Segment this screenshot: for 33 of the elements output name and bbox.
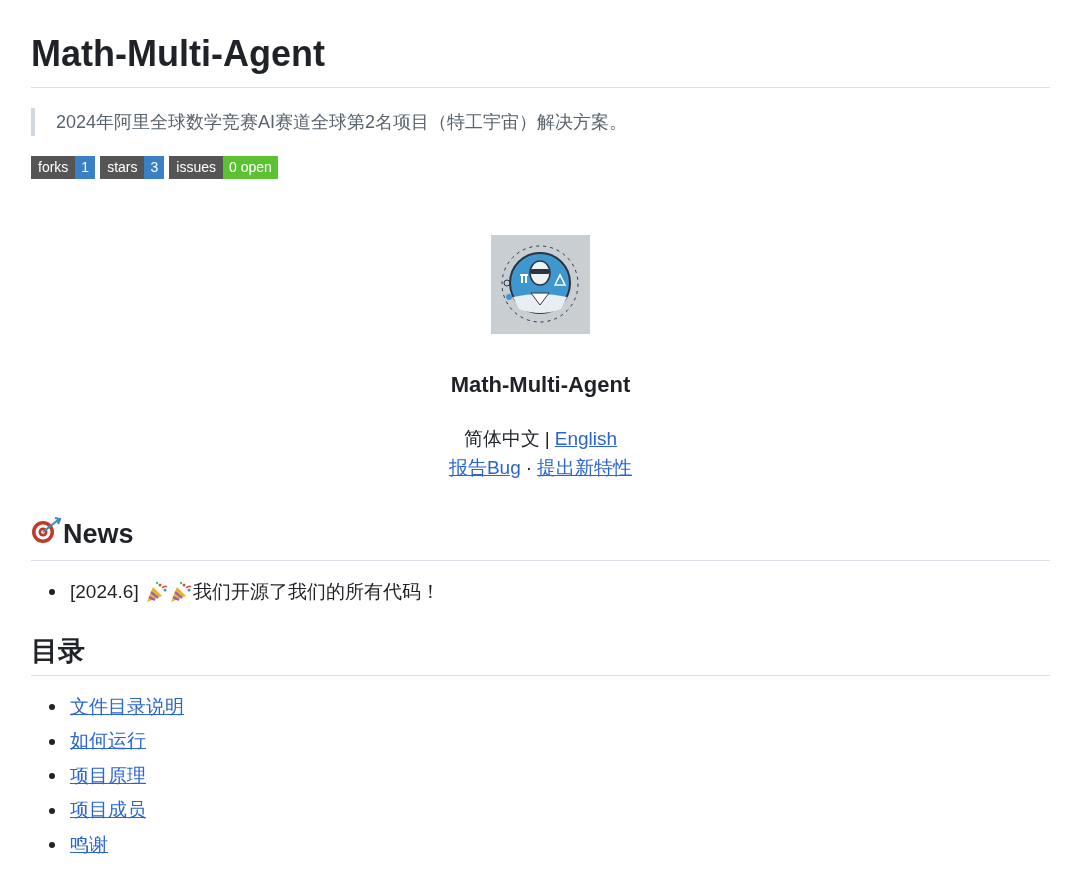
section-heading: 目录 bbox=[31, 634, 85, 667]
action-link[interactable]: 提出新特性 bbox=[537, 453, 633, 483]
bullet-icon bbox=[49, 588, 55, 595]
toc-link[interactable]: 如何运行 bbox=[70, 724, 146, 759]
project-name: Math-Multi-Agent bbox=[450, 372, 631, 399]
badge-label: issues bbox=[169, 156, 223, 180]
bullet-icon bbox=[49, 704, 55, 711]
news-text: 我们开源了我们的所有代码！ bbox=[192, 579, 440, 604]
separator: · bbox=[525, 456, 533, 481]
description: 2024年阿里全球数学竞赛AI赛道全球第2名项目（特工宇宙）解决方案。 bbox=[31, 108, 1050, 137]
separator: | bbox=[544, 427, 550, 452]
page-title: Math-Multi-Agent bbox=[31, 0, 1050, 89]
target-icon bbox=[31, 516, 63, 545]
language-link[interactable]: English bbox=[554, 424, 618, 454]
toc-link[interactable]: 文件目录说明 bbox=[70, 689, 184, 725]
badge-value: 3 bbox=[144, 156, 165, 180]
party-popper-icon bbox=[168, 580, 193, 603]
bullet-icon bbox=[49, 738, 55, 745]
badge-value: 0 open bbox=[222, 156, 278, 180]
section-heading: News bbox=[63, 517, 134, 551]
badge-label: forks bbox=[31, 156, 76, 180]
toc-link[interactable]: 项目原理 bbox=[70, 758, 146, 794]
badge-label: stars bbox=[100, 156, 145, 180]
toc-link[interactable]: 项目成员 bbox=[70, 793, 146, 828]
language-label: 简体中文 bbox=[463, 427, 540, 452]
badge-value: 1 bbox=[75, 156, 96, 180]
toc-link[interactable]: 鸣谢 bbox=[70, 827, 108, 863]
bullet-icon bbox=[49, 773, 55, 780]
bullet-icon bbox=[49, 807, 55, 814]
bullet-icon bbox=[49, 842, 55, 849]
action-link[interactable]: 报告Bug bbox=[448, 453, 521, 483]
party-popper-icon bbox=[144, 580, 169, 603]
news-date: [2024.6] bbox=[70, 579, 139, 604]
